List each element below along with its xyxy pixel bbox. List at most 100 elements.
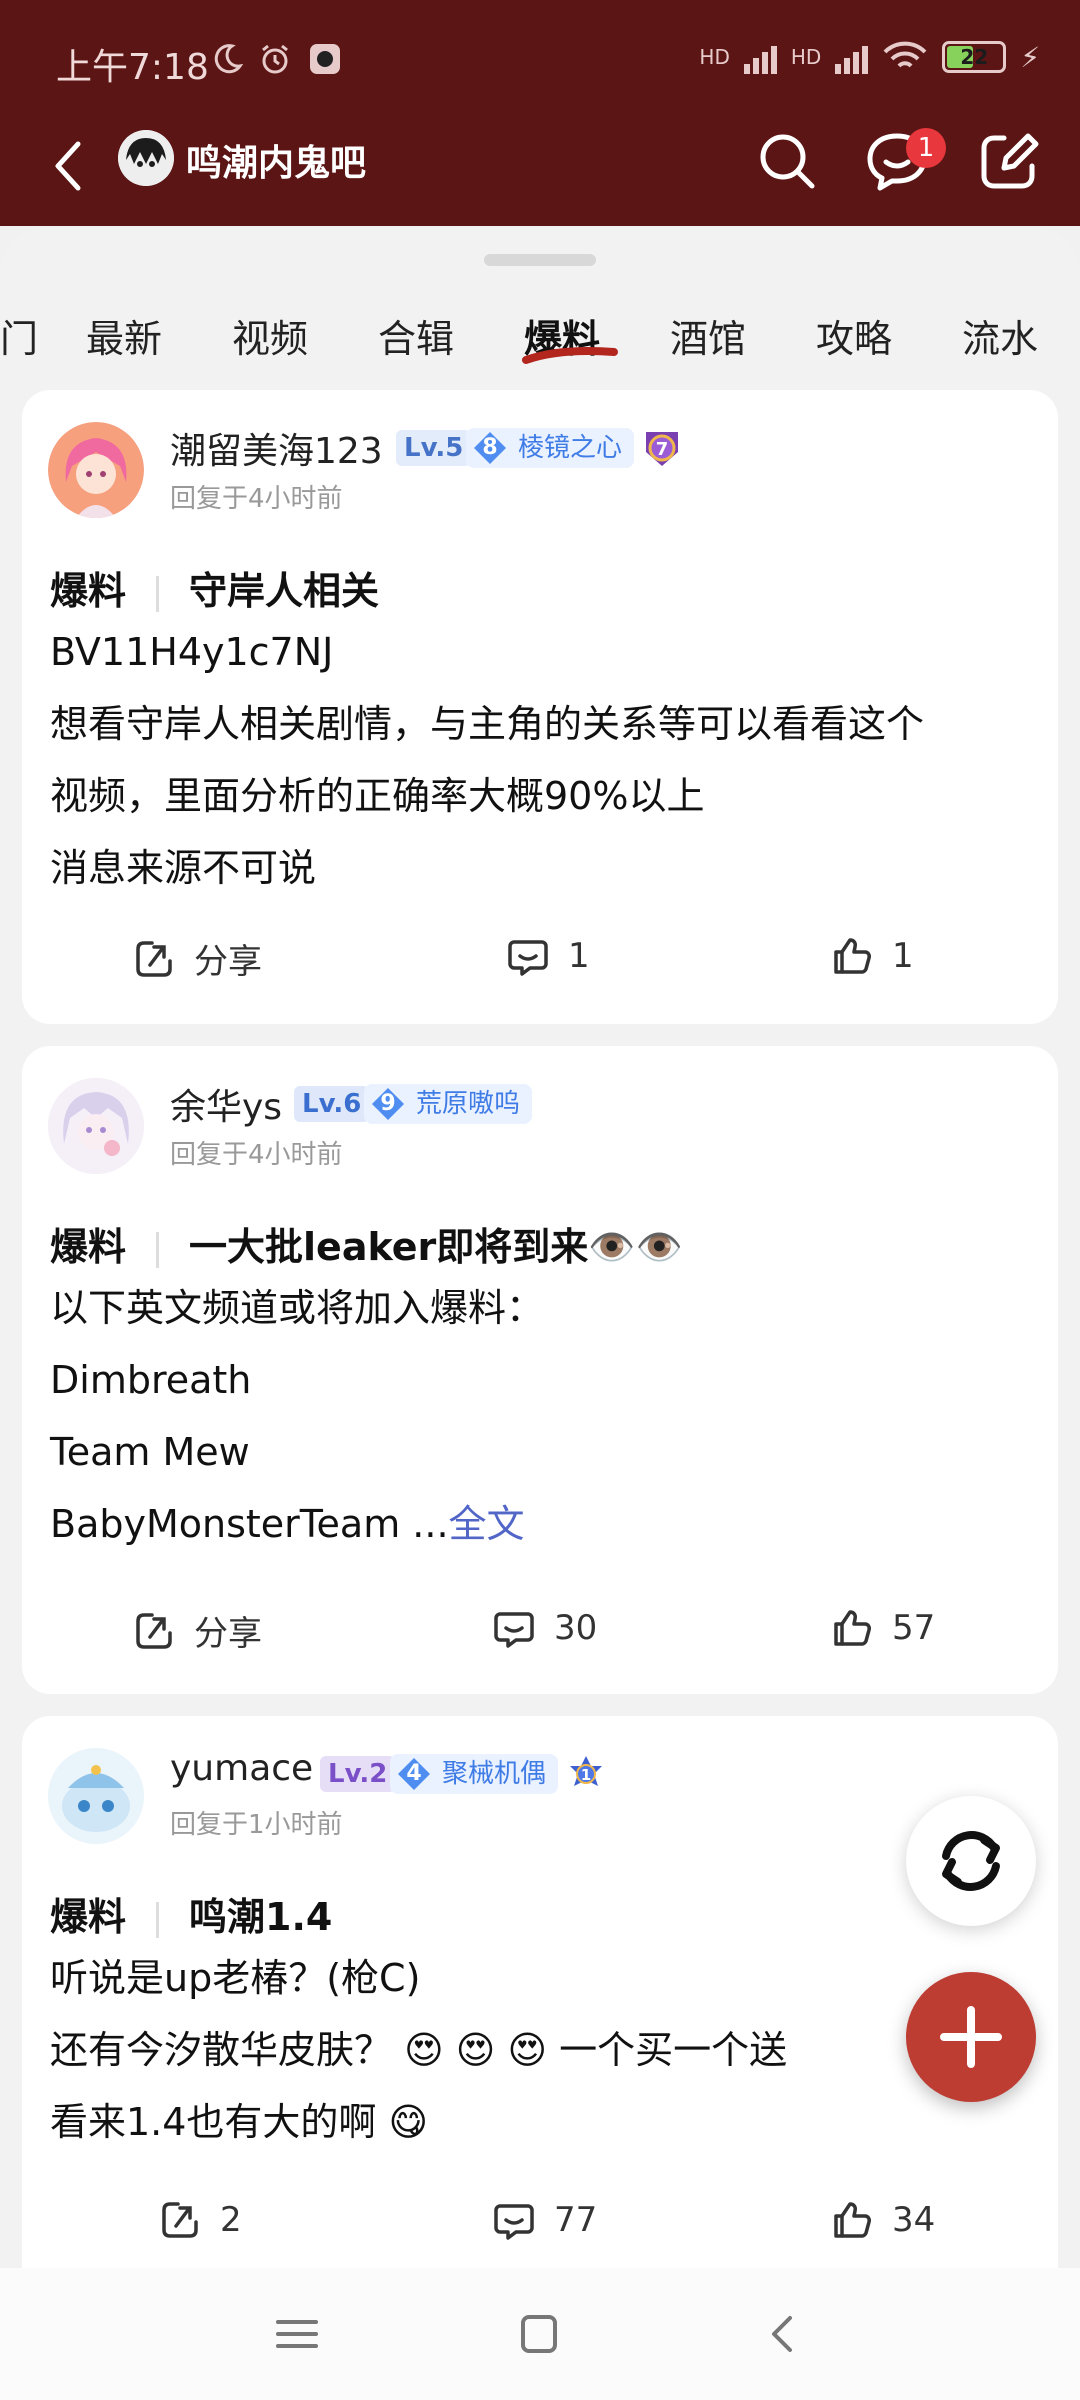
rank-number: 9 [380,1091,396,1116]
medal-icon: 7 [640,426,684,470]
share-button[interactable]: 2 [158,2198,242,2242]
thumbs-up-icon [834,938,871,974]
refresh-button[interactable] [906,1796,1036,1926]
app-header: 上午7:18 HD HD 22 ⚡ 鸣潮内鬼吧 1 [0,0,1080,226]
post-card[interactable]: yumace Lv.2 4 聚械机偶 1 回复于1小时前 爆料 鸣潮1.4 听说是… [22,1716,1058,2268]
post-title: 爆料 守岸人相关 [50,560,379,615]
share-button[interactable]: 分享 [132,934,262,983]
user-avatar[interactable] [48,1748,144,1844]
comment-count: 30 [554,1608,598,1648]
home-icon[interactable] [514,2312,564,2356]
post-time: 回复于4小时前 [170,1140,343,1170]
post-category: 爆料 [50,1895,127,1939]
new-post-button[interactable] [906,1972,1036,2102]
status-bar: 上午7:18 HD HD 22 ⚡ [0,0,1080,126]
forum-title: 鸣潮内鬼吧 [186,143,367,184]
username[interactable]: yumace [170,1748,313,1789]
level-badge: Lv.5 [396,430,472,466]
post-body: 以下英文频道或将加入爆料： Dimbreath Team Mew BabyMon… [50,1272,1040,1560]
post-time: 回复于4小时前 [170,484,343,514]
medal-icon: 1 [564,1752,608,1796]
post-body-line: 还有今汐散华皮肤？ 😍 😍 😍 一个买一个送 [50,2028,788,2072]
network-label-1: HD [699,45,730,69]
post-title: 爆料 鸣潮1.4 [50,1886,332,1941]
username[interactable]: 余华ys [170,1078,282,1130]
like-button[interactable]: 57 [830,1606,935,1650]
back-arrow-icon[interactable] [48,134,88,198]
post-body-line: 以下英文频道或将加入爆料： [50,1286,545,1330]
rank-badge: 8 棱镜之心 [466,428,635,468]
message-badge: 1 [906,128,946,168]
status-right: HD HD 22 ⚡ [699,40,1040,74]
share-icon [136,940,172,977]
signal-icon-2 [835,40,869,74]
battery-level: 22 [960,45,989,69]
rank-title: 荒原嗷呜 [416,1089,521,1119]
post-card[interactable]: 潮留美海123 Lv.5 8 棱镜之心 7 回复于4小时前 爆料 守岸人相关 BV… [22,390,1058,1024]
post-time: 回复于1小时前 [170,1810,343,1840]
username[interactable]: 潮留美海123 [170,422,383,474]
level-badge: Lv.6 [294,1086,370,1122]
share-count: 2 [220,2200,242,2240]
comment-count: 1 [568,936,590,976]
like-button[interactable]: 1 [830,934,914,978]
share-icon [162,2202,198,2238]
refresh-icon [942,1831,1000,1891]
forum-avatar[interactable] [118,130,174,186]
rank-title: 棱镜之心 [518,433,623,463]
post-title-text: 鸣潮1.4 [189,1895,333,1939]
like-count: 1 [892,936,914,976]
battery-icon: 22 [942,41,1007,73]
menu-icon[interactable] [272,2312,322,2356]
search-icon[interactable] [752,126,822,196]
post-body-line: BV11H4y1c7NJ [50,630,334,674]
post-card[interactable]: 余华ys Lv.6 9 荒原嗷呜 回复于4小时前 爆料 一大批leaker即将到来… [22,1046,1058,1694]
rank-title: 聚械机偶 [442,1759,547,1789]
like-button[interactable]: 34 [830,2198,935,2242]
rank-number: 4 [406,1761,422,1786]
post-body-line: 看来1.4也有大的啊 😋 [50,2100,429,2144]
diamond-icon: 9 [368,1086,408,1122]
wifi-icon [883,41,927,68]
tab-guides[interactable]: 攻略 [816,308,892,363]
comment-icon [508,940,548,976]
tab-collection[interactable]: 合辑 [378,308,454,363]
user-avatar[interactable] [48,1078,144,1174]
post-body-line: 视频，里面分析的正确率大概90%以上 [50,774,705,818]
post-title-text: 守岸人相关 [189,569,380,613]
tab-video[interactable]: 视频 [232,308,308,363]
comment-count: 77 [554,2200,598,2240]
status-time: 上午7:18 [56,47,209,88]
post-body-line: 听说是up老椿？(枪C) [50,1956,421,2000]
rank-badge: 4 聚械机偶 [390,1754,559,1794]
diamond-icon: 8 [470,430,510,466]
comment-button[interactable]: 1 [506,934,590,978]
sheet-handle[interactable] [484,254,596,266]
post-actions: 分享 30 57 [22,1606,1058,1666]
back-nav-icon[interactable] [758,2312,808,2356]
tab-latest[interactable]: 最新 [86,308,162,363]
medal-number: 7 [656,439,669,460]
post-body-line: Team Mew [50,1430,250,1474]
tab-tavern[interactable]: 酒馆 [670,308,746,363]
diamond-icon: 4 [394,1756,434,1792]
edit-post-icon[interactable] [974,126,1044,196]
user-avatar[interactable] [48,422,144,518]
comment-icon [494,2204,534,2240]
alarm-icon [262,44,288,74]
post-title: 爆料 一大批leaker即将到来👁️👁️ [50,1216,683,1271]
comment-button[interactable]: 77 [492,2198,597,2242]
post-body-line: 想看守岸人相关剧情，与主角的关系等可以看看这个 [50,702,925,746]
share-button[interactable]: 分享 [132,1606,262,1655]
tab-flow[interactable]: 流水 [962,308,1038,363]
share-label: 分享 [194,942,262,982]
post-body-line: BabyMonsterTeam ... [50,1502,449,1546]
tab-partial[interactable]: 门 [0,308,38,363]
comment-button[interactable]: 30 [492,1606,597,1650]
network-label-2: HD [790,45,822,69]
thumbs-up-icon [834,1610,871,1646]
plus-icon [940,2006,1002,2068]
app-notification-icon [310,44,340,74]
read-more-link[interactable]: 全文 [449,1502,525,1546]
active-tab-indicator [522,347,618,364]
